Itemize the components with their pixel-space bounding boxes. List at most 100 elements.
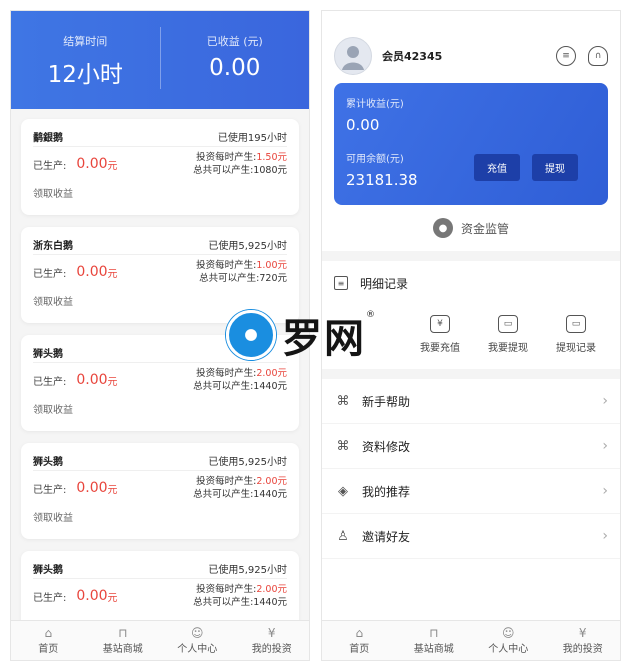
menu-label: 新手帮助: [362, 394, 411, 409]
product-name: 狮头鹅: [33, 457, 63, 468]
menu-label: 邀请好友: [362, 529, 411, 544]
quick-withdraw[interactable]: ▭ 我要提现: [474, 315, 542, 369]
investment-card: 鹬銀鹅 已使用195小时 已生产: 0.00 元 投资每时产生:1.50元 总共可以产生…: [21, 119, 299, 215]
total-yield: 总共可以产生:720元: [199, 273, 287, 284]
tab-home[interactable]: ⌂ 首页: [322, 621, 397, 660]
claim-earnings-link[interactable]: 领取收益: [33, 509, 287, 524]
chevron-right-icon: ›: [602, 438, 608, 454]
tab-my-investment[interactable]: ¥ 我的投资: [546, 621, 621, 660]
used-hours: 已使用5,925小时: [208, 241, 287, 252]
claim-earnings-link[interactable]: 领取收益: [33, 401, 287, 416]
watermark-text: 罗网: [282, 316, 366, 362]
yen-icon: ¥: [267, 626, 276, 640]
menu-label: 我的推荐: [362, 484, 411, 499]
produced-label: 已生产:: [33, 268, 67, 280]
shop-icon: ⊓: [429, 626, 439, 640]
menu-my-referrals[interactable]: ◈ 我的推荐 ›: [322, 469, 620, 514]
quick-label: 我要提现: [488, 343, 528, 354]
rates: 投资每时产生:2.00元 总共可以产生:1440元: [193, 583, 287, 609]
message-icon[interactable]: ≡: [556, 46, 576, 66]
rate-value: 2.00元: [256, 368, 287, 379]
product-name: 浙东白鹅: [33, 241, 73, 252]
rates: 投资每时产生:1.00元 总共可以产生:720元: [196, 259, 287, 285]
product-name: 狮头鹅: [33, 565, 63, 576]
recharge-button[interactable]: 充值: [474, 154, 520, 181]
produced: 已生产: 0.00 元: [33, 264, 118, 280]
home-icon: ⌂: [44, 626, 53, 640]
produced: 已生产: 0.00 元: [33, 480, 118, 496]
tab-home[interactable]: ⌂ 首页: [11, 621, 86, 660]
produced-amount: 0.00: [76, 156, 108, 172]
fund-custody[interactable]: ● 资金监管: [322, 205, 620, 251]
settle-time-block: 结算时间 12小时: [11, 11, 160, 109]
produced: 已生产: 0.00 元: [33, 588, 118, 604]
withdraw-button[interactable]: 提现: [532, 154, 578, 181]
produced-unit: 元: [107, 268, 118, 280]
user-icon: ☺: [190, 626, 204, 640]
rates: 投资每时产生:1.50元总共可以产生:1080元: [193, 151, 287, 177]
recharge-icon: ¥: [430, 315, 450, 333]
avatar[interactable]: [334, 37, 372, 75]
total-yield: 总共可以产生:1440元: [193, 381, 287, 392]
rate-value: 2.00元: [256, 476, 287, 487]
chevron-right-icon: ›: [602, 393, 608, 409]
produced-unit: 元: [107, 592, 118, 604]
tab-profile[interactable]: ☺ 个人中心: [471, 621, 546, 660]
watermark-logo-icon: [226, 310, 276, 360]
produced: 已生产: 0.00 元: [33, 156, 118, 172]
chevron-right-icon: ›: [602, 483, 608, 499]
tab-label: 基站商城: [102, 644, 143, 655]
bottom-tab-bar: ⌂ 首页 ⊓ 基站商城 ☺ 个人中心 ¥ 我的投资: [322, 620, 620, 660]
claim-earnings-link[interactable]: 领取收益: [33, 185, 287, 200]
headset-icon[interactable]: ∩: [588, 46, 608, 66]
produced-unit: 元: [107, 376, 118, 388]
menu-invite-friends[interactable]: ♙ 邀请好友 ›: [322, 514, 620, 559]
total-earnings-label: 累计收益(元): [346, 99, 404, 110]
used-hours: 已使用5,925小时: [208, 565, 287, 576]
wallet-icon: ▭: [498, 315, 518, 333]
tab-station-mall[interactable]: ⊓ 基站商城: [86, 621, 161, 660]
tab-profile[interactable]: ☺ 个人中心: [160, 621, 235, 660]
produced-label: 已生产:: [33, 592, 67, 604]
rate-value: 1.50元: [256, 152, 287, 163]
total-earnings-value: 0.00: [346, 116, 380, 134]
watermark: 罗网 ®: [226, 306, 375, 364]
total-yield: 总共可以产生:1440元: [193, 597, 287, 608]
tab-my-investment[interactable]: ¥ 我的投资: [235, 621, 310, 660]
produced-label: 已生产:: [33, 484, 67, 496]
used-hours: 已使用5,925小时: [208, 457, 287, 468]
chevron-right-icon: ›: [602, 528, 608, 544]
profile-edit-icon: ⌘: [336, 438, 350, 454]
produced-amount: 0.00: [76, 264, 108, 280]
menu-edit-profile[interactable]: ⌘ 资料修改 ›: [322, 424, 620, 469]
produced-amount: 0.00: [76, 588, 108, 604]
produced-label: 已生产:: [33, 376, 67, 388]
detail-records-label: 明细记录: [360, 276, 409, 291]
rate-label: 投资每时产生:: [196, 152, 257, 163]
yen-icon: ¥: [578, 626, 587, 640]
earned-label: 已收益 (元): [206, 35, 263, 48]
shield-icon: ●: [432, 218, 453, 238]
settle-time-value: 12小时: [47, 62, 123, 88]
rates: 投资每时产生:2.00元 总共可以产生:1440元: [193, 367, 287, 393]
produced-amount: 0.00: [76, 480, 108, 496]
detail-records-row[interactable]: ≡ 明细记录: [322, 261, 620, 305]
rate-value: 2.00元: [256, 584, 287, 595]
quick-withdraw-history[interactable]: ▭ 提现记录: [542, 315, 610, 369]
quick-recharge[interactable]: ¥ 我要充值: [406, 315, 474, 369]
tab-label: 我的投资: [562, 644, 603, 655]
divider-band: [322, 369, 620, 379]
rate-label: 投资每时产生:: [196, 476, 257, 487]
product-name: 狮头鹅: [33, 349, 63, 360]
earned-block: 已收益 (元) 0.00: [159, 27, 310, 89]
menu-newbie-help[interactable]: ⌘ 新手帮助 ›: [322, 379, 620, 424]
page: 结算时间 12小时 已收益 (元) 0.00 鹬銀鹅 已使用195小时 已生产: 0…: [0, 0, 629, 671]
tab-label: 个人中心: [177, 644, 218, 655]
earnings-header: 结算时间 12小时 已收益 (元) 0.00: [11, 11, 309, 109]
produced-unit: 元: [107, 160, 118, 172]
tab-label: 首页: [349, 644, 370, 655]
tab-station-mall[interactable]: ⊓ 基站商城: [397, 621, 472, 660]
produced-amount: 0.00: [76, 372, 108, 388]
total-yield: 总共可以产生:1080元: [193, 165, 287, 176]
person-icon: [342, 46, 364, 70]
